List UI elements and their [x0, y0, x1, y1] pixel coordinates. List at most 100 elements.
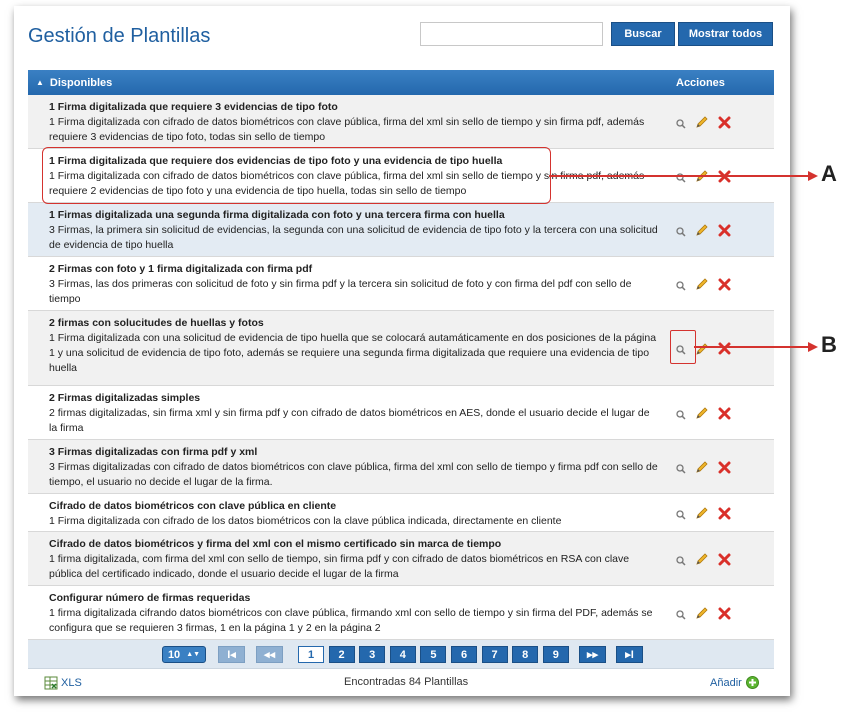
template-description: 1 firma digitalizada cifrando datos biom…: [49, 607, 653, 634]
row-text: Cifrado de datos biométricos con clave p…: [49, 499, 659, 529]
table-row[interactable]: 2 firmas con solucitudes de huellas y fo…: [28, 311, 774, 386]
search-button[interactable]: Buscar: [611, 22, 675, 46]
table-row[interactable]: Cifrado de datos biométricos y firma del…: [28, 532, 774, 586]
callout-label-a: A: [821, 161, 837, 186]
page-title: Gestión de Plantillas: [28, 25, 211, 47]
results-count: Encontradas 84 Plantillas: [344, 676, 469, 688]
edit-pencil-icon[interactable]: [695, 506, 709, 525]
page-1-button[interactable]: 1: [298, 646, 324, 663]
spreadsheet-icon: [44, 676, 58, 690]
view-icon[interactable]: [676, 170, 686, 188]
last-page-button[interactable]: ▸I: [616, 646, 643, 663]
table-header: ▲ Disponibles Acciones: [28, 70, 774, 95]
page-6-button[interactable]: 6: [451, 646, 477, 663]
delete-x-icon[interactable]: [718, 507, 731, 525]
template-name: Cifrado de datos biométricos con clave p…: [49, 500, 337, 512]
collapse-caret-icon[interactable]: ▲: [36, 78, 44, 87]
view-icon[interactable]: [676, 224, 686, 242]
page-8-button[interactable]: 8: [512, 646, 539, 663]
row-actions: [676, 115, 731, 134]
template-name: 2 Firmas digitalizadas simples: [49, 392, 201, 404]
row-text: 2 firmas con solucitudes de huellas y fo…: [49, 316, 659, 376]
callout-arrow-a-line: [549, 175, 810, 177]
delete-x-icon[interactable]: [718, 170, 731, 188]
row-actions: [676, 552, 731, 571]
callout-arrow-b-head: [808, 342, 818, 352]
edit-pencil-icon[interactable]: [695, 460, 709, 479]
edit-pencil-icon[interactable]: [695, 115, 709, 134]
delete-x-icon[interactable]: [718, 607, 731, 625]
edit-pencil-icon[interactable]: [695, 342, 709, 361]
edit-pencil-icon[interactable]: [695, 552, 709, 571]
template-description: 1 firma digitalizada, com firma del xml …: [49, 553, 630, 580]
table-row[interactable]: Cifrado de datos biométricos con clave p…: [28, 494, 774, 532]
table-row[interactable]: 1 Firmas digitalizada una segunda firma …: [28, 203, 774, 257]
table-row[interactable]: 1 Firma digitalizada que requiere 3 evid…: [28, 95, 774, 149]
delete-x-icon[interactable]: [718, 407, 731, 425]
edit-pencil-icon[interactable]: [695, 223, 709, 242]
row-text: 1 Firmas digitalizada una segunda firma …: [49, 208, 659, 253]
template-name: 1 Firma digitalizada que requiere 3 evid…: [49, 101, 338, 113]
view-icon[interactable]: [676, 553, 686, 571]
edit-pencil-icon[interactable]: [695, 169, 709, 188]
view-icon[interactable]: [676, 407, 686, 425]
row-actions: [676, 223, 731, 242]
delete-x-icon[interactable]: [718, 278, 731, 296]
row-text: 2 Firmas con foto y 1 firma digitalizada…: [49, 262, 659, 307]
first-page-button[interactable]: I◂: [218, 646, 245, 663]
row-actions: [676, 506, 731, 525]
export-xls-link[interactable]: XLS: [44, 676, 82, 690]
add-label: Añadir: [710, 676, 742, 689]
delete-x-icon[interactable]: [718, 461, 731, 479]
select-arrows-icon: ▲▼: [186, 651, 201, 658]
table-row[interactable]: 2 Firmas con foto y 1 firma digitalizada…: [28, 257, 774, 311]
page-9-button[interactable]: 9: [542, 646, 569, 663]
delete-x-icon[interactable]: [718, 116, 731, 134]
search-input[interactable]: [420, 22, 603, 46]
edit-pencil-icon[interactable]: [695, 606, 709, 625]
edit-pencil-icon[interactable]: [695, 277, 709, 296]
page-5-button[interactable]: 5: [420, 646, 447, 663]
view-icon[interactable]: [676, 461, 686, 479]
next-page-button[interactable]: ▸▸: [579, 646, 606, 663]
table-row[interactable]: 3 Firmas digitalizadas con firma pdf y x…: [28, 440, 774, 494]
add-template-link[interactable]: Añadir: [710, 676, 759, 689]
page-2-button[interactable]: 2: [328, 646, 355, 663]
table-row[interactable]: 2 Firmas digitalizadas simples 2 firmas d…: [28, 386, 774, 440]
prev-page-button[interactable]: ◂◂: [256, 646, 283, 663]
row-text: 3 Firmas digitalizadas con firma pdf y x…: [49, 445, 659, 490]
view-icon[interactable]: [676, 507, 686, 525]
page-7-button[interactable]: 7: [481, 646, 508, 663]
delete-x-icon[interactable]: [718, 342, 731, 360]
row-actions: [676, 406, 731, 425]
callout-arrow-a-head: [808, 171, 818, 181]
pagination-bar: 10 ▲▼ I◂ ◂◂ 123456789 ▸▸ ▸I: [28, 640, 774, 669]
show-all-button[interactable]: Mostrar todos: [678, 22, 773, 46]
delete-x-icon[interactable]: [718, 224, 731, 242]
template-description: 2 firmas digitalizadas, sin firma xml y …: [49, 407, 650, 434]
export-label: XLS: [61, 677, 82, 689]
row-actions: [676, 277, 731, 296]
row-actions: [676, 460, 731, 479]
page-size-select[interactable]: 10 ▲▼: [162, 646, 206, 663]
callout-box-b: [670, 330, 696, 364]
delete-x-icon[interactable]: [718, 553, 731, 571]
row-text: 1 Firma digitalizada que requiere 3 evid…: [49, 100, 659, 145]
row-actions: [676, 606, 731, 625]
page-3-button[interactable]: 3: [359, 646, 386, 663]
template-name: 3 Firmas digitalizadas con firma pdf y x…: [49, 446, 258, 458]
template-name: 2 firmas con solucitudes de huellas y fo…: [49, 317, 264, 329]
template-description: 1 Firma digitalizada con cifrado de los …: [49, 515, 562, 527]
table-footer: XLS Encontradas 84 Plantillas Añadir: [28, 669, 774, 695]
table-row[interactable]: Configurar número de firmas requeridas 1 …: [28, 586, 774, 640]
edit-pencil-icon[interactable]: [695, 406, 709, 425]
template-description: 3 Firmas, la primera sin solicitud de ev…: [49, 224, 658, 251]
view-icon[interactable]: [676, 607, 686, 625]
view-icon[interactable]: [676, 116, 686, 134]
add-plus-icon: [745, 676, 759, 689]
row-text: Cifrado de datos biométricos y firma del…: [49, 537, 659, 582]
page-size-value: 10: [167, 648, 181, 661]
template-description: 1 Firma digitalizada con cifrado de dato…: [49, 116, 645, 143]
view-icon[interactable]: [676, 278, 686, 296]
page-4-button[interactable]: 4: [389, 646, 416, 663]
